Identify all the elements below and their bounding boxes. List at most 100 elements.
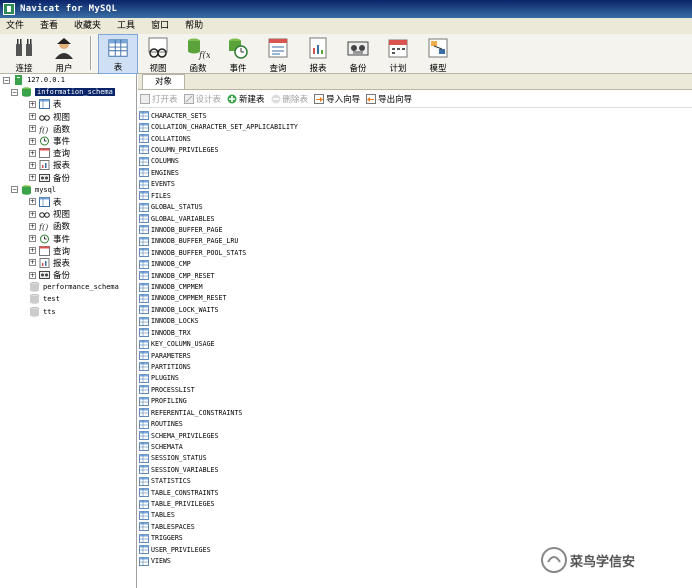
table-row[interactable]: INNODB_TRX: [138, 327, 692, 338]
table-row[interactable]: SCHEMA_PRIVILEGES: [138, 430, 692, 441]
table-row[interactable]: INNODB_BUFFER_PAGE_LRU: [138, 236, 692, 247]
tree-node-queries[interactable]: + 查询: [0, 245, 136, 257]
tree-node-functions[interactable]: + f() 函数: [0, 123, 136, 135]
collapse-toggle[interactable]: −: [11, 186, 18, 194]
collapse-toggle[interactable]: −: [3, 76, 10, 84]
table-row[interactable]: PARTITIONS: [138, 361, 692, 372]
menu-help[interactable]: 帮助: [177, 18, 211, 34]
expand-toggle[interactable]: +: [29, 222, 36, 230]
tree-node-events[interactable]: + 事件: [0, 135, 136, 147]
menu-tools[interactable]: 工具: [109, 18, 143, 34]
user-button[interactable]: 用户: [44, 34, 84, 74]
backup-button[interactable]: 备份: [338, 34, 378, 74]
expand-toggle[interactable]: +: [29, 210, 36, 218]
tree-db-tts[interactable]: tts: [0, 306, 136, 318]
report-button[interactable]: 报表: [298, 34, 338, 74]
table-row[interactable]: SESSION_STATUS: [138, 453, 692, 464]
tree-node-views[interactable]: + 视图: [0, 111, 136, 123]
table-row[interactable]: INNODB_CMPMEM: [138, 281, 692, 292]
table-row[interactable]: INNODB_CMPMEM_RESET: [138, 293, 692, 304]
table-row[interactable]: TABLESPACES: [138, 521, 692, 532]
tree-node-queries[interactable]: + 查询: [0, 147, 136, 159]
tab-objects[interactable]: 对象: [142, 74, 186, 89]
table-row[interactable]: PARAMETERS: [138, 350, 692, 361]
expand-toggle[interactable]: +: [29, 100, 36, 108]
table-row[interactable]: ENGINES: [138, 167, 692, 178]
query-button[interactable]: 查询: [258, 34, 298, 74]
table-row[interactable]: GLOBAL_STATUS: [138, 201, 692, 212]
new-table-button[interactable]: 新建表: [227, 93, 265, 105]
expand-toggle[interactable]: +: [29, 161, 36, 169]
menu-view[interactable]: 查看: [32, 18, 66, 34]
table-row[interactable]: INNODB_CMP_RESET: [138, 270, 692, 281]
table-row[interactable]: EVENTS: [138, 179, 692, 190]
table-row[interactable]: CHARACTER_SETS: [138, 110, 692, 121]
table-row[interactable]: COLUMN_PRIVILEGES: [138, 144, 692, 155]
table-row[interactable]: TABLE_PRIVILEGES: [138, 498, 692, 509]
tree-node-events[interactable]: + 事件: [0, 232, 136, 245]
table-row[interactable]: GLOBAL_VARIABLES: [138, 213, 692, 224]
table-row[interactable]: FILES: [138, 190, 692, 201]
expand-toggle[interactable]: +: [29, 271, 36, 279]
menu-favorites[interactable]: 收藏夹: [66, 18, 109, 34]
design-table-button[interactable]: 设计表: [183, 93, 221, 105]
tree-node-functions[interactable]: + f() 函数: [0, 220, 136, 232]
expand-toggle[interactable]: +: [29, 174, 36, 182]
table-row[interactable]: SCHEMATA: [138, 441, 692, 452]
tree-db-information-schema[interactable]: − information_schema: [0, 86, 136, 98]
view-button[interactable]: 视图: [138, 34, 178, 74]
tree-node-tables[interactable]: + 表: [0, 196, 136, 208]
connect-button[interactable]: 连接: [4, 34, 44, 74]
tree-db-test[interactable]: test: [0, 293, 136, 305]
tree-db-performance-schema[interactable]: performance_schema: [0, 281, 136, 293]
tree-node-reports[interactable]: + 报表: [0, 257, 136, 269]
schedule-button[interactable]: 计划: [378, 34, 418, 74]
expand-toggle[interactable]: +: [29, 149, 36, 157]
table-row[interactable]: STATISTICS: [138, 476, 692, 487]
table-row[interactable]: INNODB_LOCKS: [138, 316, 692, 327]
tree-node-reports[interactable]: + 报表: [0, 159, 136, 171]
table-row[interactable]: PLUGINS: [138, 373, 692, 384]
tree-node-views[interactable]: + 视图: [0, 208, 136, 220]
table-row[interactable]: ROUTINES: [138, 418, 692, 429]
table-row[interactable]: INNODB_BUFFER_POOL_STATS: [138, 247, 692, 258]
table-button[interactable]: 表: [98, 34, 138, 74]
table-row[interactable]: SESSION_VARIABLES: [138, 464, 692, 475]
expand-toggle[interactable]: +: [29, 113, 36, 121]
table-row[interactable]: INNODB_BUFFER_PAGE: [138, 224, 692, 235]
table-row[interactable]: REFERENTIAL_CONSTRAINTS: [138, 407, 692, 418]
import-wizard-button[interactable]: 导入向导: [314, 93, 360, 105]
expand-toggle[interactable]: +: [29, 137, 36, 145]
table-row[interactable]: TABLE_CONSTRAINTS: [138, 487, 692, 498]
table-row[interactable]: KEY_COLUMN_USAGE: [138, 338, 692, 349]
expand-toggle[interactable]: +: [29, 125, 36, 133]
delete-table-button[interactable]: 删除表: [271, 93, 308, 105]
expand-toggle[interactable]: +: [29, 247, 36, 255]
table-row[interactable]: PROCESSLIST: [138, 384, 692, 395]
export-wizard-button[interactable]: 导出向导: [366, 93, 412, 105]
expand-toggle[interactable]: +: [29, 198, 36, 206]
tree-node-tables[interactable]: + 表: [0, 98, 136, 110]
table-grid-icon: [139, 488, 149, 498]
open-table-button[interactable]: 打开表: [140, 93, 178, 105]
model-button[interactable]: 模型: [418, 34, 458, 74]
event-button[interactable]: 事件: [218, 34, 258, 74]
tree-connection[interactable]: − 127.0.0.1: [0, 74, 136, 86]
table-row[interactable]: COLLATIONS: [138, 133, 692, 144]
table-row[interactable]: TABLES: [138, 510, 692, 521]
menu-file[interactable]: 文件: [0, 18, 32, 34]
tree-db-mysql[interactable]: − mysql: [0, 184, 136, 196]
table-row[interactable]: COLUMNS: [138, 156, 692, 167]
collapse-toggle[interactable]: −: [11, 88, 18, 96]
table-row[interactable]: INNODB_LOCK_WAITS: [138, 304, 692, 315]
tree-node-backups[interactable]: + 备份: [0, 172, 136, 184]
table-row[interactable]: INNODB_CMP: [138, 258, 692, 269]
table-grid-icon: [139, 202, 149, 212]
menu-window[interactable]: 窗口: [143, 18, 177, 34]
expand-toggle[interactable]: +: [29, 259, 36, 267]
function-button[interactable]: f(x) 函数: [178, 34, 218, 74]
table-row[interactable]: COLLATION_CHARACTER_SET_APPLICABILITY: [138, 121, 692, 132]
expand-toggle[interactable]: +: [29, 235, 36, 243]
table-row[interactable]: PROFILING: [138, 396, 692, 407]
tree-node-backups[interactable]: + 备份: [0, 269, 136, 281]
